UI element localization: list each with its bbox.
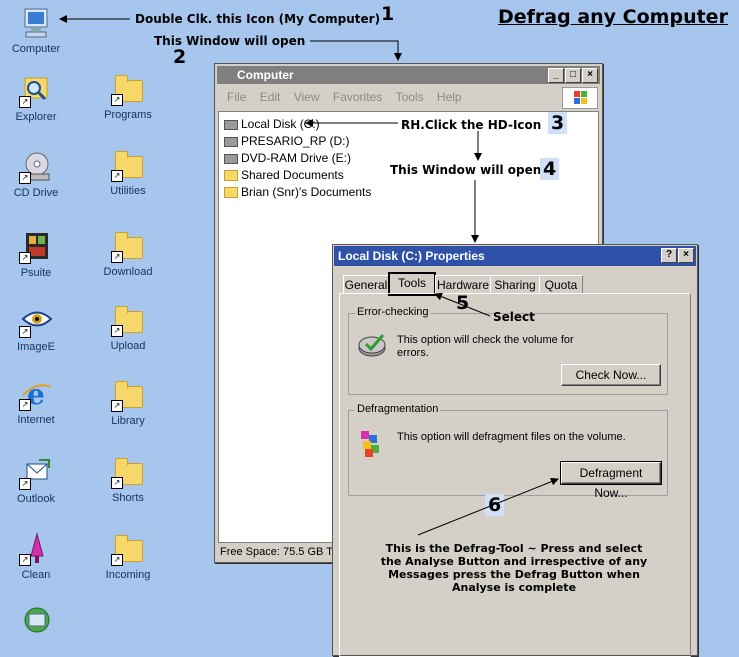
arrow-step2	[310, 40, 402, 61]
annotation-arrows	[59, 15, 559, 536]
arrow-step6	[417, 477, 559, 536]
arrow-step5	[434, 292, 491, 317]
